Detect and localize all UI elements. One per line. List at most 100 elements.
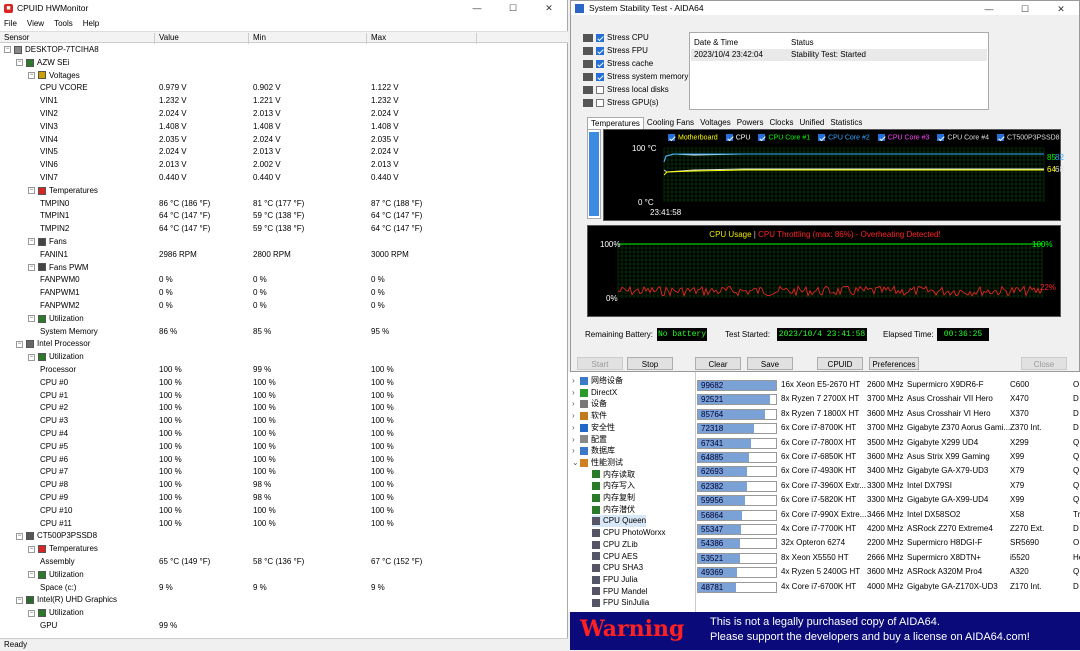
stress-checkbox[interactable] [596,98,604,107]
tree-item[interactable]: FPU SinJulia [592,597,649,609]
sensor-row[interactable]: VIN5 2.024 V 2.013 V 2.024 V [0,146,568,159]
tree-item[interactable]: 内存写入 [592,480,635,492]
benchmark-row[interactable]: 48781 4x Core i7-6700K HT 4000 MHz Gigabyte… [696,580,1080,594]
legend-checkbox[interactable] [725,134,733,141]
sensor-row[interactable]: FANPWM1 0 % 0 % 0 % [0,287,568,300]
col-min[interactable]: Min [249,33,367,44]
sensor-row[interactable]: TMPIN2 64 °C (147 °F) 59 °C (138 °F) 64 °C … [0,223,568,236]
log-row[interactable]: 2023/10/4 23:42:04 Stability Test: Start… [691,49,987,61]
tab-temperatures[interactable]: Temperatures [587,117,644,129]
tab-cooling-fans[interactable]: Cooling Fans [644,117,697,129]
sensor-row[interactable]: FANPWM2 0 % 0 % 0 % [0,300,568,313]
sensor-row[interactable]: VIN6 2.013 V 2.002 V 2.013 V [0,159,568,172]
sensor-row[interactable]: CPU VCORE 0.979 V 0.902 V 1.122 V [0,82,568,95]
legend-checkbox[interactable] [997,134,1005,141]
legend-item[interactable]: CPU [725,134,750,141]
stress-option[interactable]: Stress system memory [583,71,688,83]
sensor-row[interactable]: CPU #10 100 % 100 % 100 % [0,505,568,518]
tree-item[interactable]: › 网络设备 [572,375,623,387]
cpuid-button[interactable]: CPUID [817,357,863,370]
save-button[interactable]: Save [747,357,793,370]
minimize-icon[interactable]: — [459,0,495,16]
stress-option[interactable]: Stress CPU [583,32,649,44]
tree-item[interactable]: CPU PhotoWorxx [592,527,666,539]
sensor-row[interactable]: CPU #9 100 % 98 % 100 % [0,492,568,505]
chevron-down-icon[interactable]: ⌄ [572,457,580,469]
legend-checkbox[interactable] [758,134,766,141]
stress-checkbox[interactable] [596,33,604,42]
legend-item[interactable]: Motherboard [668,134,718,141]
stress-option[interactable]: Stress local disks [583,84,669,96]
sensor-row[interactable]: GPU 99 % [0,620,568,633]
sensor-row[interactable]: VIN2 2.024 V 2.013 V 2.024 V [0,108,568,121]
collapse-icon[interactable]: − [16,59,23,67]
chevron-right-icon[interactable]: › [572,422,580,434]
sensor-row[interactable]: CPU #4 100 % 100 % 100 % [0,428,568,441]
stress-checkbox[interactable] [596,72,604,81]
sensor-row[interactable]: System Memory 86 % 85 % 95 % [0,326,568,339]
sensor-group[interactable]: − Intel(R) UHD Graphics [0,594,568,607]
chevron-right-icon[interactable]: › [572,375,580,387]
tree-item[interactable]: › 设备 [572,398,607,410]
sensor-row[interactable]: CPU #5 100 % 100 % 100 % [0,441,568,454]
sensor-row[interactable]: Space (c:) 9 % 9 % 9 % [0,582,568,595]
tree-item[interactable]: › 数据库 [572,445,615,457]
collapse-icon[interactable]: − [28,315,35,323]
menu-view[interactable]: View [27,19,44,28]
tree-item[interactable]: 内存复制 [592,492,635,504]
benchmark-row[interactable]: 64885 6x Core i7-6850K HT 3600 MHz Asus Str… [696,450,1080,464]
collapse-icon[interactable]: − [16,532,23,540]
sensor-row[interactable]: Assembly 65 °C (149 °F) 58 °C (136 °F) 67 °… [0,556,568,569]
collapse-icon[interactable]: − [28,353,35,361]
chevron-right-icon[interactable]: › [572,434,580,446]
tab-clocks[interactable]: Clocks [766,117,796,129]
tab-unified[interactable]: Unified [796,117,827,129]
sensor-group[interactable]: − Fans PWM [0,262,568,275]
sensor-row[interactable]: TMPIN0 86 °C (186 °F) 81 °C (177 °F) 87 °C … [0,198,568,211]
tree-item[interactable]: FPU Mandel [592,586,647,598]
sensor-row[interactable]: Processor 100 % 99 % 100 % [0,364,568,377]
graph-scroll-thumb[interactable] [589,132,599,216]
tree-item[interactable]: 内存读取 [592,469,635,481]
sensor-group[interactable]: − Utilization [0,607,568,620]
chevron-right-icon[interactable]: › [572,387,580,399]
benchmark-row[interactable]: 49369 4x Ryzen 5 2400G HT 3600 MHz ASRock A… [696,565,1080,579]
benchmark-row[interactable]: 62382 6x Core i7-3960X Extr... 3300 MHz Int… [696,479,1080,493]
legend-checkbox[interactable] [668,134,675,141]
tree-item[interactable]: CPU Queen [592,515,647,528]
legend-item[interactable]: CT500P3PSSD8 [997,134,1060,141]
maximize-icon[interactable]: ☐ [495,0,531,16]
tree-item[interactable]: CPU ZLib [592,539,638,551]
tree-item[interactable]: 内存潜伏 [592,504,635,516]
tree-item[interactable]: CPU AES [592,551,638,563]
tree-item[interactable]: › 安全性 [572,422,615,434]
benchmark-row[interactable]: 55347 4x Core i7-7700K HT 4200 MHz ASRock Z… [696,522,1080,536]
sensor-group[interactable]: − Temperatures [0,185,568,198]
start-button[interactable]: Start [577,357,623,370]
chevron-right-icon[interactable]: › [572,445,580,457]
clear-button[interactable]: Clear [695,357,741,370]
benchmark-row[interactable]: 62693 6x Core i7-4930K HT 3400 MHz Gigabyte… [696,464,1080,478]
sensor-group[interactable]: − CT500P3PSSD8 [0,530,568,543]
benchmark-row[interactable]: 56864 6x Core i7-990X Extre... 3466 MHz Int… [696,508,1080,522]
collapse-icon[interactable]: − [28,609,35,617]
sensor-group[interactable]: − Temperatures [0,543,568,556]
legend-item[interactable]: CPU Core #1 [758,134,810,141]
sensor-group[interactable]: − Utilization [0,313,568,326]
collapse-icon[interactable]: − [28,263,35,271]
col-value[interactable]: Value [155,33,249,44]
close-icon[interactable]: ✕ [531,0,567,16]
sensor-row[interactable]: CPU #11 100 % 100 % 100 % [0,518,568,531]
tree-item[interactable]: CPU SHA3 [592,562,643,574]
collapse-icon[interactable]: − [28,571,35,579]
collapse-icon[interactable]: − [4,46,11,54]
sensor-row[interactable]: TMPIN1 64 °C (147 °F) 59 °C (138 °F) 64 °C … [0,210,568,223]
legend-checkbox[interactable] [937,134,945,141]
legend-item[interactable]: CPU Core #4 [937,134,989,141]
collapse-icon[interactable]: − [16,340,23,348]
stress-checkbox[interactable] [596,46,604,55]
stress-option[interactable]: Stress cache [583,58,653,70]
maximize-icon[interactable]: ☐ [1007,1,1043,17]
sensor-row[interactable]: VIN3 1.408 V 1.408 V 1.408 V [0,121,568,134]
sensor-row[interactable]: FANPWM0 0 % 0 % 0 % [0,274,568,287]
